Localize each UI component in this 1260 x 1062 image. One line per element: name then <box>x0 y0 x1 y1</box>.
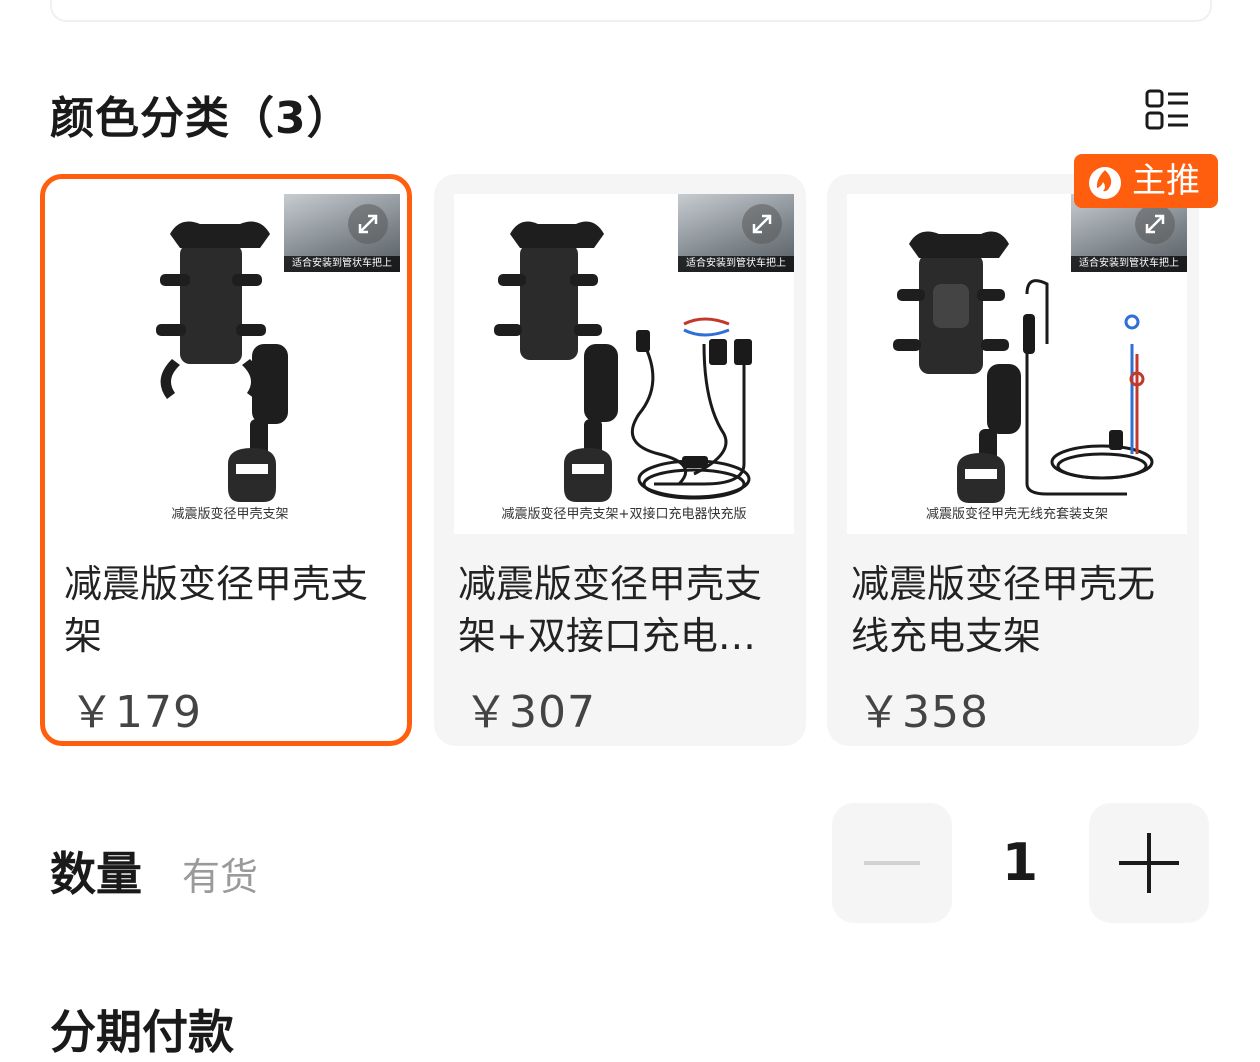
quantity-value[interactable]: 1 <box>980 833 1060 893</box>
product-image: 适合安装到管状车把上 减震版变径甲壳无线充套装支架 <box>847 194 1187 534</box>
expand-icon[interactable] <box>348 204 388 244</box>
list-grid-icon <box>1145 89 1188 130</box>
list-view-toggle-button[interactable] <box>1144 88 1192 132</box>
option-price: ￥307 <box>464 687 596 738</box>
option-price: ￥358 <box>857 687 989 738</box>
expand-icon[interactable] <box>1135 204 1175 244</box>
expand-icon[interactable] <box>742 204 782 244</box>
decrease-quantity-button[interactable] <box>832 803 952 923</box>
inset-caption: 适合安装到管状车把上 <box>678 256 794 272</box>
image-caption: 减震版变径甲壳支架+双接口充电器快充版 <box>501 507 747 522</box>
product-image: 适合安装到管状车把上 减震版变径甲壳支架 <box>60 194 400 534</box>
minus-icon <box>864 861 920 865</box>
installment-section-title: 分期付款 <box>50 1005 234 1059</box>
previous-section-card <box>50 0 1212 22</box>
handlebar-inset-image: 适合安装到管状车把上 <box>678 194 794 272</box>
option-card[interactable]: 适合安装到管状车把上 减震版变径甲壳支架 减震版变径甲壳支架 ￥179 <box>40 174 412 746</box>
recommended-badge: 主推 <box>1074 154 1218 208</box>
stock-status: 有货 <box>182 855 259 899</box>
handlebar-inset-image: 适合安装到管状车把上 <box>284 194 400 272</box>
option-name: 减震版变径甲壳无线充电支架 <box>851 562 1156 658</box>
option-card[interactable]: 适合安装到管状车把上 减震版变径甲壳无线充套装支架 减震版变径甲壳无线充电支架 … <box>827 174 1199 746</box>
image-caption: 减震版变径甲壳无线充套装支架 <box>925 507 1108 522</box>
badge-label: 主推 <box>1132 161 1200 201</box>
product-image: 适合安装到管状车把上 减震版变径甲壳支架+双接口充电器快充版 <box>454 194 794 534</box>
option-card[interactable]: 适合安装到管状车把上 减震版变径甲壳支架+双接口充电器快充版 减震版变径甲壳支架… <box>434 174 806 746</box>
option-name: 减震版变径甲壳支架 <box>64 562 369 658</box>
plus-icon <box>1119 833 1179 893</box>
section-title: 颜色分类（3） <box>50 93 352 144</box>
flame-icon <box>1089 167 1121 199</box>
inset-caption: 适合安装到管状车把上 <box>284 256 400 272</box>
option-name: 减震版变径甲壳支架+双接口充电器快充版 <box>458 562 763 658</box>
image-caption: 减震版变径甲壳支架 <box>171 507 289 522</box>
option-price: ￥179 <box>70 687 202 738</box>
quantity-label: 数量 <box>50 847 142 901</box>
increase-quantity-button[interactable] <box>1089 803 1209 923</box>
inset-caption: 适合安装到管状车把上 <box>1071 256 1187 272</box>
